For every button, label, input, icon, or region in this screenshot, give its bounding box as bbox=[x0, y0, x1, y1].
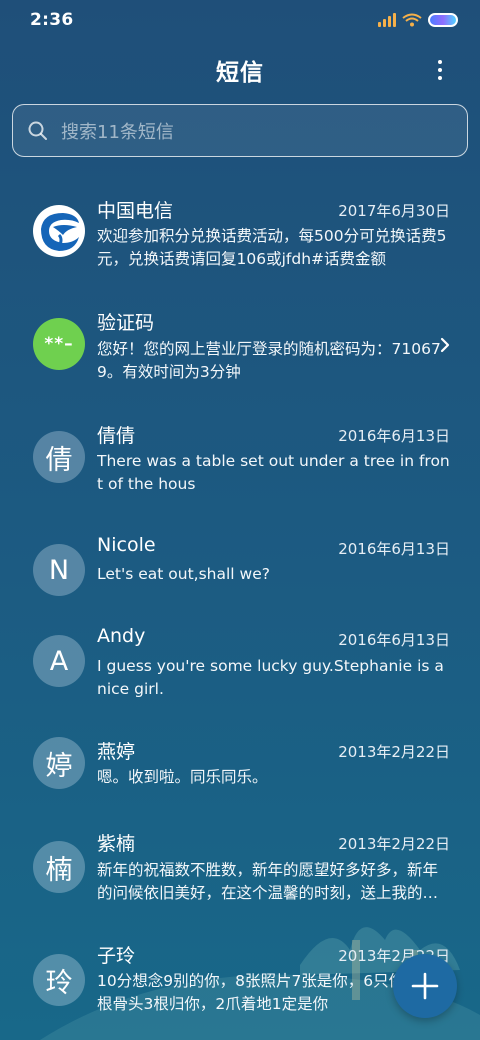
plus-icon bbox=[411, 972, 439, 1000]
conversation-date: 2017年6月30日 bbox=[338, 202, 450, 220]
conversation-name: 燕婷 bbox=[97, 741, 136, 763]
conversation-preview: There was a table set out under a tree i… bbox=[97, 452, 450, 493]
china-telecom-logo-icon bbox=[33, 205, 85, 257]
conversation-name: Andy bbox=[97, 625, 146, 647]
verification-code-avatar: **– bbox=[33, 318, 85, 370]
chevron-right-icon bbox=[440, 337, 450, 353]
conversation-name: Nicole bbox=[97, 534, 156, 556]
app-header: 短信 bbox=[0, 46, 480, 94]
status-icons bbox=[378, 13, 458, 27]
search-icon bbox=[28, 121, 47, 140]
battery-icon bbox=[428, 13, 458, 27]
conversation-item[interactable]: A Andy 2016年6月13日 I guess you're some lu… bbox=[0, 610, 480, 720]
conversation-name: 验证码 bbox=[97, 312, 155, 334]
conversation-preview: 欢迎参加积分兑换话费活动，每500分可兑换话费5元，兑换话费请回复106或jfd… bbox=[97, 227, 447, 268]
avatar: 婷 bbox=[33, 737, 85, 789]
status-time: 2:36 bbox=[30, 10, 74, 30]
signal-icon bbox=[378, 13, 396, 27]
conversation-item[interactable]: 楠 紫楠 2013年2月22日 新年的祝福数不胜数，新年的愿望好多好多，新年的问… bbox=[0, 814, 480, 924]
conversation-preview: 新年的祝福数不胜数，新年的愿望好多好多，新年的问候依旧美好，在这个温馨的时刻，送… bbox=[97, 861, 439, 902]
conversation-item[interactable]: **– 验证码 您好！您的网上营业厅登录的随机密码为：710679。有效时间为3… bbox=[0, 293, 480, 403]
avatar: 玲 bbox=[33, 954, 85, 1006]
conversation-preview: I guess you're some lucky guy.Stephanie … bbox=[97, 657, 444, 698]
avatar: N bbox=[33, 544, 85, 596]
conversation-item[interactable]: N Nicole 2016年6月13日 Let's eat out,shall … bbox=[0, 519, 480, 609]
avatar: 倩 bbox=[33, 431, 85, 483]
page-title: 短信 bbox=[216, 60, 264, 86]
conversation-name: 紫楠 bbox=[97, 833, 136, 855]
conversation-preview: Let's eat out,shall we? bbox=[97, 565, 270, 583]
status-bar: 2:36 bbox=[0, 0, 480, 40]
search-placeholder: 搜索11条短信 bbox=[61, 121, 174, 143]
wifi-icon bbox=[402, 13, 422, 27]
avatar: 楠 bbox=[33, 841, 85, 893]
conversation-date: 2013年2月22日 bbox=[338, 835, 450, 853]
conversation-item[interactable]: 婷 燕婷 2013年2月22日 嗯。收到啦。同乐同乐。 bbox=[0, 723, 480, 813]
conversation-preview: 您好！您的网上营业厅登录的随机密码为：710679。有效时间为3分钟 bbox=[97, 340, 441, 381]
compose-button[interactable] bbox=[393, 954, 457, 1018]
avatar: A bbox=[33, 635, 85, 687]
conversation-date: 2016年6月13日 bbox=[338, 540, 450, 558]
conversation-date: 2016年6月13日 bbox=[338, 631, 450, 649]
conversation-date: 2016年6月13日 bbox=[338, 427, 450, 445]
conversation-date: 2013年2月22日 bbox=[338, 743, 450, 761]
conversation-name: 中国电信 bbox=[97, 200, 174, 222]
more-vertical-icon[interactable] bbox=[426, 56, 454, 84]
conversation-name: 倩倩 bbox=[97, 425, 136, 447]
conversation-name: 子玲 bbox=[97, 945, 136, 967]
conversation-preview: 嗯。收到啦。同乐同乐。 bbox=[97, 768, 268, 786]
conversation-item[interactable]: 中国电信 2017年6月30日 欢迎参加积分兑换话费活动，每500分可兑换话费5… bbox=[0, 180, 480, 290]
search-input[interactable]: 搜索11条短信 bbox=[12, 104, 468, 157]
conversation-item[interactable]: 倩 倩倩 2016年6月13日 There was a table set ou… bbox=[0, 406, 480, 516]
